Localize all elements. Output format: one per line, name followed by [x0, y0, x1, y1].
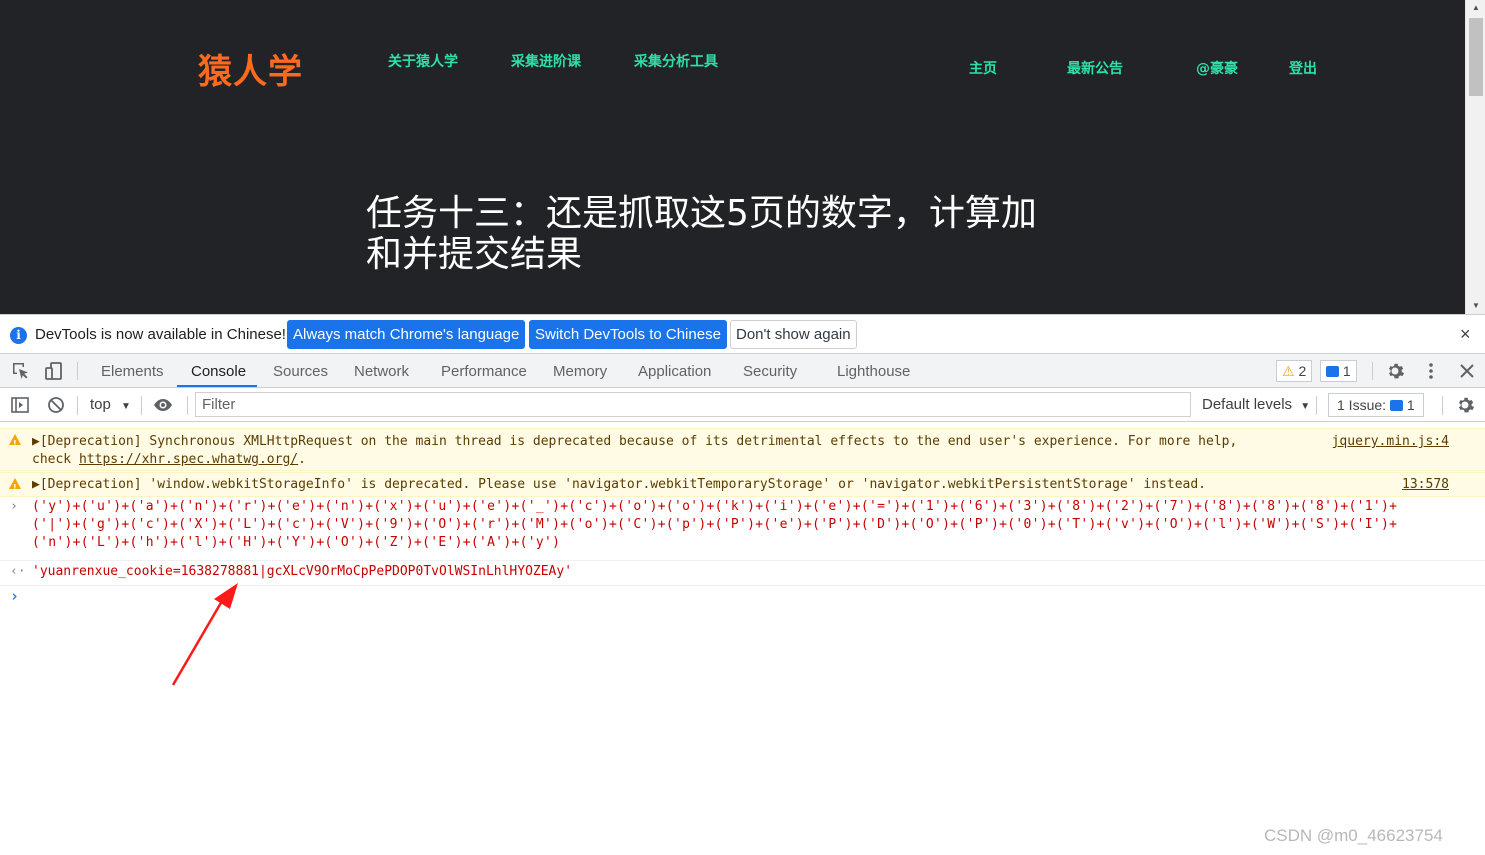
csdn-watermark: CSDN @m0_46623754: [1264, 826, 1443, 845]
console-input-expression[interactable]: › ('y')+('u')+('a')+('n')+('r')+('e')+('…: [0, 498, 1485, 558]
chevron-down-icon: ▼: [1300, 401, 1311, 412]
warning-text-line-2: check https://xhr.spec.whatwg.org/.: [32, 451, 306, 469]
tab-application[interactable]: Application: [638, 363, 711, 380]
nav-logout[interactable]: 登出: [1289, 58, 1317, 78]
annotation-arrow-icon: [171, 583, 238, 686]
tab-security[interactable]: Security: [743, 363, 797, 380]
always-match-language-button[interactable]: Always match Chrome's language: [287, 320, 526, 349]
nav-advanced-course[interactable]: 采集进阶课: [511, 51, 581, 71]
warning-text-line-1: ▶[Deprecation] Synchronous XMLHttpReques…: [32, 434, 1238, 449]
tab-network[interactable]: Network: [354, 363, 409, 380]
warnings-counter[interactable]: ⚠ 2: [1276, 360, 1313, 382]
console-toolbar: top ▼ Filter Default levels ▼ 1 Issue: 1: [0, 389, 1485, 422]
console-warning[interactable]: ▶[Deprecation] Synchronous XMLHttpReques…: [0, 428, 1485, 471]
scrollbar-thumb[interactable]: [1469, 18, 1483, 96]
expression-line-1: ('y')+('u')+('a')+('n')+('r')+('e')+('n'…: [32, 499, 1398, 514]
language-infobar: i DevTools is now available in Chinese! …: [0, 315, 1485, 354]
warning-icon: ⚠: [1282, 363, 1295, 379]
tab-console[interactable]: Console: [191, 363, 246, 380]
context-value: top: [90, 396, 111, 413]
console-settings-gear-icon[interactable]: [1455, 395, 1475, 415]
console-filter-input[interactable]: Filter: [195, 392, 1191, 417]
task-title: 任务十三：还是抓取这5页的数字，计算加 和并提交结果: [366, 193, 1086, 275]
web-page: 猿人学 关于猿人学 采集进阶课 采集分析工具 主页 最新公告 @豪豪 登出 任务…: [0, 0, 1465, 314]
site-logo[interactable]: 猿人学: [198, 44, 303, 93]
nav-home[interactable]: 主页: [969, 58, 997, 78]
toolbar-separator: [1316, 396, 1317, 415]
warning-icon: [9, 434, 21, 453]
infobar-message: DevTools is now available in Chinese!: [35, 326, 286, 343]
input-chevron-icon: ›: [10, 499, 18, 514]
settings-gear-icon[interactable]: [1385, 361, 1405, 381]
issues-button[interactable]: 1 Issue: 1: [1328, 393, 1424, 417]
messages-counter[interactable]: 1: [1320, 360, 1357, 382]
tab-elements[interactable]: Elements: [101, 363, 164, 380]
toolbar-separator: [1442, 396, 1443, 415]
source-link[interactable]: 13:578: [1402, 476, 1449, 494]
clear-console-icon[interactable]: [46, 395, 66, 415]
switch-to-chinese-button[interactable]: Switch DevTools to Chinese: [529, 320, 727, 349]
console-warning[interactable]: ▶[Deprecation] 'window.webkitStorageInfo…: [0, 472, 1485, 497]
tabbar-separator: [1372, 362, 1373, 380]
dont-show-again-button[interactable]: Don't show again: [730, 320, 857, 349]
tabbar-separator: [77, 362, 78, 380]
tab-sources[interactable]: Sources: [273, 363, 328, 380]
device-toolbar-icon[interactable]: [44, 361, 64, 381]
result-value: 'yuanrenxue_cookie=1638278881|gcXLcV9OrM…: [32, 564, 573, 579]
nav-user[interactable]: @豪豪: [1196, 58, 1238, 78]
nav-analysis-tools[interactable]: 采集分析工具: [634, 51, 718, 71]
toolbar-separator: [187, 396, 188, 415]
warning-text-suffix: .: [298, 452, 306, 467]
message-icon: [1326, 366, 1339, 377]
prompt-caret-icon: ›: [10, 587, 20, 605]
nav-announcements[interactable]: 最新公告: [1067, 58, 1123, 78]
info-icon: i: [10, 327, 27, 344]
more-options-icon[interactable]: [1421, 361, 1441, 381]
log-divider: [0, 560, 1485, 561]
warning-text: ▶[Deprecation] 'window.webkitStorageInfo…: [32, 477, 1206, 492]
source-link[interactable]: jquery.min.js:4: [1332, 433, 1449, 451]
tab-memory[interactable]: Memory: [553, 363, 607, 380]
issues-count: 1: [1406, 397, 1415, 413]
chevron-down-icon: ▼: [121, 401, 131, 412]
toolbar-separator: [141, 396, 142, 415]
warnings-count: 2: [1298, 363, 1307, 379]
expression-line-2: ('|')+('g')+('c')+('X')+('L')+('c')+('V'…: [32, 517, 1398, 532]
task-title-line-1: 任务十三：还是抓取这5页的数字，计算加: [366, 193, 1037, 234]
page-scrollbar[interactable]: ▲ ▼: [1465, 0, 1485, 314]
nav-about[interactable]: 关于猿人学: [388, 51, 458, 71]
task-title-line-2: 和并提交结果: [366, 234, 583, 275]
tab-performance[interactable]: Performance: [441, 363, 527, 380]
xhr-spec-link[interactable]: https://xhr.spec.whatwg.org/: [79, 452, 298, 467]
show-sidebar-icon[interactable]: [10, 395, 30, 415]
devtools-tabbar: Elements Console Sources Network Perform…: [0, 354, 1485, 388]
active-tab-indicator: [177, 385, 257, 387]
live-expression-eye-icon[interactable]: [153, 395, 173, 415]
close-devtools-icon[interactable]: [1457, 361, 1477, 381]
expression-line-3: ('n')+('L')+('h')+('l')+('H')+('Y')+('O'…: [32, 535, 561, 550]
warning-icon: [9, 478, 21, 497]
tab-lighthouse[interactable]: Lighthouse: [837, 363, 910, 380]
close-infobar-icon[interactable]: ×: [1460, 324, 1471, 345]
warning-text-prefix: check: [32, 452, 79, 467]
result-arrow-icon: ‹·: [10, 564, 26, 579]
messages-count: 1: [1342, 363, 1351, 379]
toolbar-separator: [77, 396, 78, 415]
issue-message-icon: [1389, 400, 1403, 411]
log-levels-dropdown[interactable]: Default levels ▼: [1202, 396, 1310, 413]
scroll-down-arrow-icon[interactable]: ▼: [1466, 298, 1485, 314]
log-levels-label: Default levels: [1202, 396, 1293, 413]
context-selector[interactable]: top ▼: [90, 396, 131, 413]
inspect-element-icon[interactable]: [11, 361, 31, 381]
issues-label: 1 Issue:: [1337, 397, 1387, 413]
scroll-up-arrow-icon[interactable]: ▲: [1466, 0, 1485, 16]
